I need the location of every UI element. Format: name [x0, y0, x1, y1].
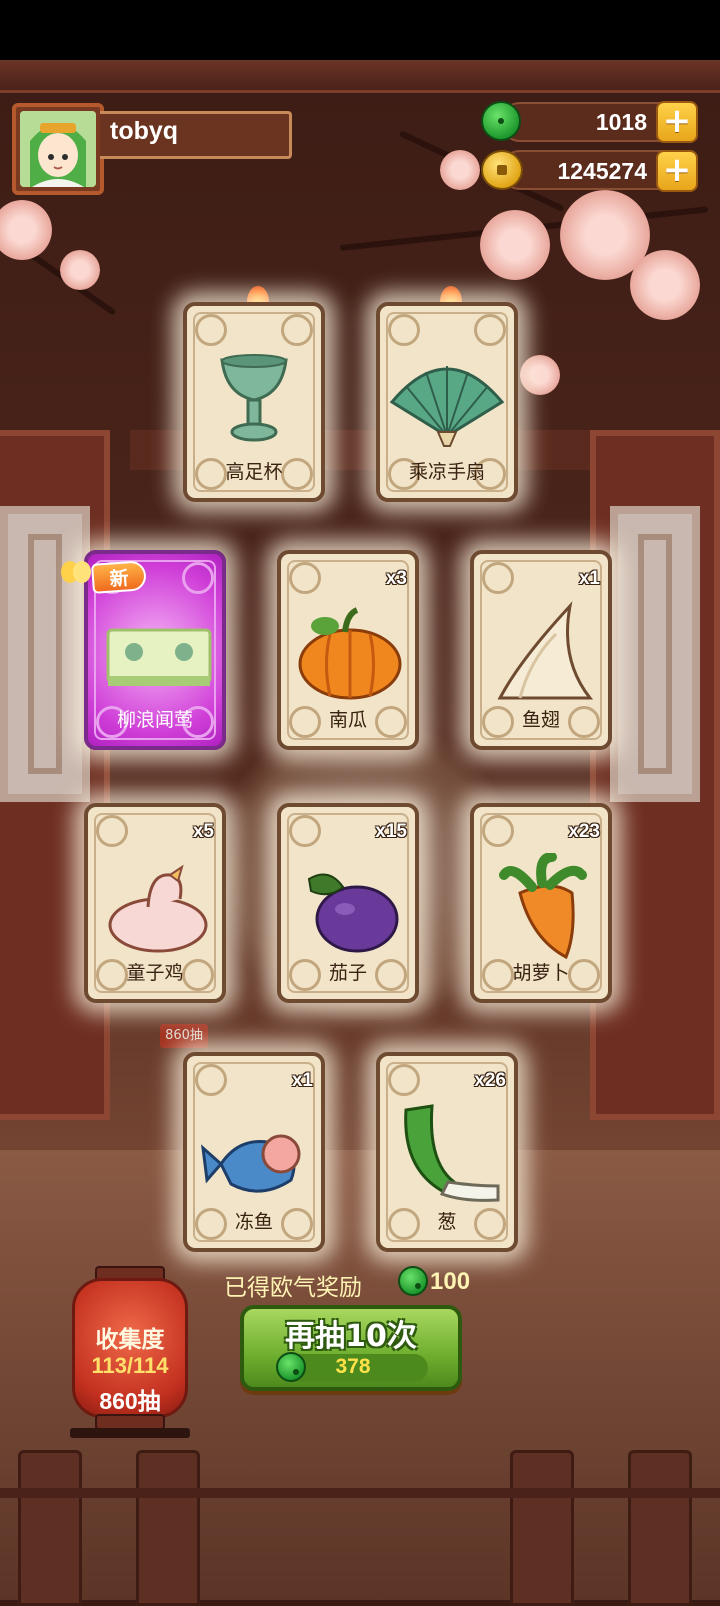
card-label: 葱 [437, 1211, 457, 1233]
status-bar [0, 0, 720, 60]
card-carrot[interactable]: x23 胡萝卜 [470, 803, 612, 1003]
blossom [520, 355, 560, 395]
card-frozen-fish[interactable]: x1 冻鱼 [183, 1052, 325, 1252]
railing-post [18, 1450, 82, 1606]
card-label: 胡萝卜 [512, 962, 570, 984]
collection-draws: 860抽 [99, 1388, 161, 1414]
jade-icon [398, 1266, 428, 1296]
girl-avatar-icon [20, 111, 96, 187]
card-scallion[interactable]: x26 葱 [376, 1052, 518, 1252]
card-count: x26 [474, 1070, 506, 1091]
card-shark-fin[interactable]: x1 鱼翅 [470, 550, 612, 750]
reward-label: 已得欧气奖励 [224, 1275, 362, 1301]
fan-icon [389, 366, 505, 447]
card-fan[interactable]: 乘凉手扇 [376, 302, 518, 502]
jade-amount: 1018 [595, 109, 647, 135]
card-label: 童子鸡 [126, 962, 184, 984]
card-count: x23 [568, 821, 600, 842]
background-draw-tag: 860抽 [160, 1024, 208, 1048]
card-pumpkin[interactable]: x3 南瓜 [277, 550, 419, 750]
card-count: x3 [385, 568, 407, 589]
pumpkin-icon [298, 607, 402, 700]
card-chicken[interactable]: x5 童子鸡 [84, 803, 226, 1003]
card-count: x15 [375, 821, 407, 842]
butterfly-icon [61, 561, 91, 583]
card-label: 乘凉手扇 [408, 461, 485, 483]
plaque-icon [106, 628, 212, 686]
card-label: 茄子 [328, 962, 367, 984]
scallion-icon [404, 1104, 500, 1202]
card-label: 鱼翅 [521, 709, 560, 731]
carrot-icon [499, 853, 587, 960]
blossom [630, 250, 700, 320]
coin-amount: 1245274 [557, 158, 647, 184]
reward-amount: 100 [430, 1268, 471, 1295]
eggplant-icon [307, 873, 399, 953]
avatar[interactable] [20, 111, 96, 187]
fish-icon [201, 1134, 301, 1193]
collection-title: 收集度 [95, 1327, 165, 1353]
card-count: x5 [192, 821, 214, 842]
blossom [480, 210, 550, 280]
card-count: x1 [291, 1070, 313, 1091]
cup-icon [220, 354, 288, 442]
card-eggplant[interactable]: x15 茄子 [277, 803, 419, 1003]
railing-post [510, 1450, 574, 1606]
new-badge: 新 [91, 560, 147, 594]
card-label: 柳浪闻莺 [116, 709, 193, 731]
card-count: x1 [578, 568, 600, 589]
collection-progress: 113/114 [91, 1353, 169, 1378]
card-cup[interactable]: 高足杯 [183, 302, 325, 502]
blossom [60, 250, 100, 290]
left-door [0, 430, 110, 1120]
blossom [440, 150, 480, 190]
roof-beam [0, 60, 720, 93]
username: tobyq [110, 117, 179, 145]
lantern-stand [70, 1428, 190, 1438]
right-door [590, 430, 720, 1120]
draw-again-label: 再抽10次 [285, 1319, 417, 1354]
chicken-icon [108, 864, 208, 953]
railing-bar [0, 1488, 720, 1498]
card-label: 南瓜 [328, 709, 367, 731]
add-coins-button[interactable]: + [656, 150, 698, 192]
card-label: 冻鱼 [234, 1211, 273, 1233]
railing-post [628, 1450, 692, 1606]
railing-post [136, 1450, 200, 1606]
add-jade-button[interactable]: + [656, 101, 698, 143]
draw-cost: 378 [335, 1355, 371, 1378]
card-label: 高足杯 [225, 461, 283, 483]
shark-fin-icon [497, 601, 594, 700]
